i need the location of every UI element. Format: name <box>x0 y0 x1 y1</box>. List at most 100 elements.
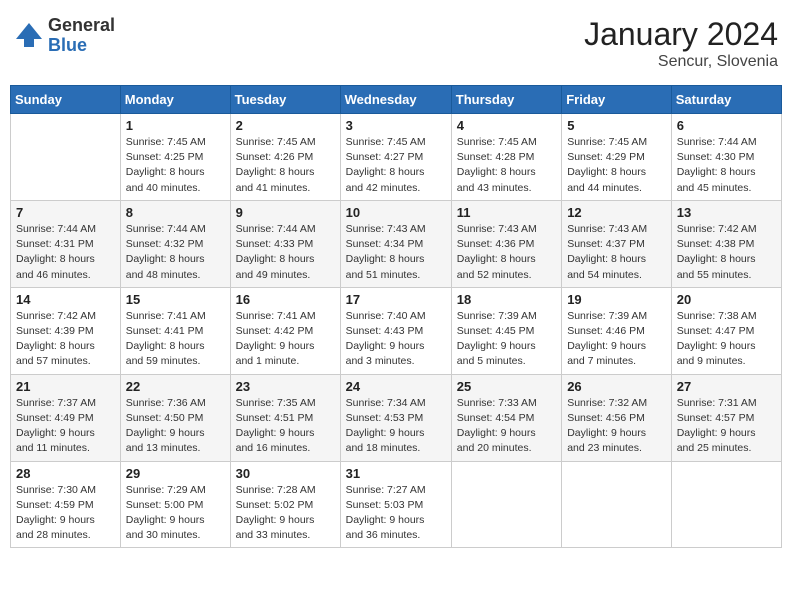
day-info: Sunrise: 7:33 AM Sunset: 4:54 PM Dayligh… <box>457 396 556 457</box>
day-info: Sunrise: 7:31 AM Sunset: 4:57 PM Dayligh… <box>677 396 776 457</box>
calendar-cell: 31 Sunrise: 7:27 AM Sunset: 5:03 PM Dayli… <box>340 461 451 548</box>
day-number: 29 <box>126 466 225 481</box>
day-number: 30 <box>236 466 335 481</box>
day-number: 2 <box>236 118 335 133</box>
day-number: 31 <box>346 466 446 481</box>
day-number: 27 <box>677 379 776 394</box>
day-number: 24 <box>346 379 446 394</box>
weekday-header: Thursday <box>451 86 561 114</box>
day-info: Sunrise: 7:27 AM Sunset: 5:03 PM Dayligh… <box>346 483 446 544</box>
calendar-cell: 29 Sunrise: 7:29 AM Sunset: 5:00 PM Dayli… <box>120 461 230 548</box>
logo-icon <box>14 21 44 51</box>
day-info: Sunrise: 7:28 AM Sunset: 5:02 PM Dayligh… <box>236 483 335 544</box>
calendar-week-row: 1 Sunrise: 7:45 AM Sunset: 4:25 PM Daylig… <box>11 114 782 201</box>
calendar-week-row: 21 Sunrise: 7:37 AM Sunset: 4:49 PM Dayli… <box>11 374 782 461</box>
calendar-cell: 5Sunrise: 7:45 AM Sunset: 4:29 PM Daylig… <box>562 114 672 201</box>
calendar-cell: 16Sunrise: 7:41 AM Sunset: 4:42 PM Dayli… <box>230 287 340 374</box>
weekday-header: Saturday <box>671 86 781 114</box>
day-info: Sunrise: 7:44 AM Sunset: 4:32 PM Dayligh… <box>126 222 225 283</box>
calendar-cell: 4Sunrise: 7:45 AM Sunset: 4:28 PM Daylig… <box>451 114 561 201</box>
calendar-cell: 23 Sunrise: 7:35 AM Sunset: 4:51 PM Dayli… <box>230 374 340 461</box>
day-number: 13 <box>677 205 776 220</box>
calendar-cell: 11 Sunrise: 7:43 AM Sunset: 4:36 PM Dayli… <box>451 200 561 287</box>
calendar-cell <box>11 114 121 201</box>
calendar-cell: 6Sunrise: 7:44 AM Sunset: 4:30 PM Daylig… <box>671 114 781 201</box>
calendar-cell: 9Sunrise: 7:44 AM Sunset: 4:33 PM Daylig… <box>230 200 340 287</box>
day-info: Sunrise: 7:41 AM Sunset: 4:41 PM Dayligh… <box>126 309 225 370</box>
day-number: 14 <box>16 292 115 307</box>
day-info: Sunrise: 7:32 AM Sunset: 4:56 PM Dayligh… <box>567 396 666 457</box>
day-info: Sunrise: 7:42 AM Sunset: 4:39 PM Dayligh… <box>16 309 115 370</box>
day-info: Sunrise: 7:36 AM Sunset: 4:50 PM Dayligh… <box>126 396 225 457</box>
day-info: Sunrise: 7:45 AM Sunset: 4:29 PM Dayligh… <box>567 135 666 196</box>
logo-general-text: General <box>48 16 115 36</box>
day-number: 20 <box>677 292 776 307</box>
calendar-table: SundayMondayTuesdayWednesdayThursdayFrid… <box>10 85 782 548</box>
day-number: 1 <box>126 118 225 133</box>
day-number: 25 <box>457 379 556 394</box>
day-number: 7 <box>16 205 115 220</box>
day-info: Sunrise: 7:43 AM Sunset: 4:36 PM Dayligh… <box>457 222 556 283</box>
calendar-cell <box>671 461 781 548</box>
day-info: Sunrise: 7:39 AM Sunset: 4:46 PM Dayligh… <box>567 309 666 370</box>
calendar-cell: 28 Sunrise: 7:30 AM Sunset: 4:59 PM Dayli… <box>11 461 121 548</box>
day-info: Sunrise: 7:44 AM Sunset: 4:33 PM Dayligh… <box>236 222 335 283</box>
calendar-cell: 10 Sunrise: 7:43 AM Sunset: 4:34 PM Dayli… <box>340 200 451 287</box>
day-info: Sunrise: 7:44 AM Sunset: 4:31 PM Dayligh… <box>16 222 115 283</box>
day-number: 11 <box>457 205 556 220</box>
day-info: Sunrise: 7:38 AM Sunset: 4:47 PM Dayligh… <box>677 309 776 370</box>
day-info: Sunrise: 7:29 AM Sunset: 5:00 PM Dayligh… <box>126 483 225 544</box>
calendar-cell: 3 Sunrise: 7:45 AM Sunset: 4:27 PM Daylig… <box>340 114 451 201</box>
page-header: General Blue January 2024 Sencur, Sloven… <box>10 10 782 77</box>
day-number: 3 <box>346 118 446 133</box>
day-number: 26 <box>567 379 666 394</box>
location: Sencur, Slovenia <box>584 53 778 71</box>
day-info: Sunrise: 7:30 AM Sunset: 4:59 PM Dayligh… <box>16 483 115 544</box>
day-info: Sunrise: 7:45 AM Sunset: 4:26 PM Dayligh… <box>236 135 335 196</box>
calendar-week-row: 28 Sunrise: 7:30 AM Sunset: 4:59 PM Dayli… <box>11 461 782 548</box>
day-info: Sunrise: 7:41 AM Sunset: 4:42 PM Dayligh… <box>236 309 335 370</box>
day-info: Sunrise: 7:45 AM Sunset: 4:25 PM Dayligh… <box>126 135 225 196</box>
month-year: January 2024 <box>584 16 778 53</box>
day-info: Sunrise: 7:43 AM Sunset: 4:34 PM Dayligh… <box>346 222 446 283</box>
calendar-cell: 24Sunrise: 7:34 AM Sunset: 4:53 PM Dayli… <box>340 374 451 461</box>
calendar-cell: 7 Sunrise: 7:44 AM Sunset: 4:31 PM Daylig… <box>11 200 121 287</box>
calendar-cell: 1 Sunrise: 7:45 AM Sunset: 4:25 PM Daylig… <box>120 114 230 201</box>
day-number: 21 <box>16 379 115 394</box>
calendar-cell: 30 Sunrise: 7:28 AM Sunset: 5:02 PM Dayli… <box>230 461 340 548</box>
day-info: Sunrise: 7:45 AM Sunset: 4:28 PM Dayligh… <box>457 135 556 196</box>
day-info: Sunrise: 7:45 AM Sunset: 4:27 PM Dayligh… <box>346 135 446 196</box>
calendar-cell: 13 Sunrise: 7:42 AM Sunset: 4:38 PM Dayli… <box>671 200 781 287</box>
day-info: Sunrise: 7:37 AM Sunset: 4:49 PM Dayligh… <box>16 396 115 457</box>
calendar-week-row: 7 Sunrise: 7:44 AM Sunset: 4:31 PM Daylig… <box>11 200 782 287</box>
calendar-week-row: 14 Sunrise: 7:42 AM Sunset: 4:39 PM Dayli… <box>11 287 782 374</box>
calendar-cell <box>451 461 561 548</box>
calendar-cell: 14 Sunrise: 7:42 AM Sunset: 4:39 PM Dayli… <box>11 287 121 374</box>
day-number: 22 <box>126 379 225 394</box>
day-number: 10 <box>346 205 446 220</box>
calendar-cell: 12 Sunrise: 7:43 AM Sunset: 4:37 PM Dayli… <box>562 200 672 287</box>
day-info: Sunrise: 7:42 AM Sunset: 4:38 PM Dayligh… <box>677 222 776 283</box>
day-number: 15 <box>126 292 225 307</box>
day-info: Sunrise: 7:43 AM Sunset: 4:37 PM Dayligh… <box>567 222 666 283</box>
calendar-cell: 19Sunrise: 7:39 AM Sunset: 4:46 PM Dayli… <box>562 287 672 374</box>
day-number: 8 <box>126 205 225 220</box>
day-info: Sunrise: 7:40 AM Sunset: 4:43 PM Dayligh… <box>346 309 446 370</box>
weekday-header: Monday <box>120 86 230 114</box>
day-number: 23 <box>236 379 335 394</box>
weekday-header: Tuesday <box>230 86 340 114</box>
calendar-cell: 2 Sunrise: 7:45 AM Sunset: 4:26 PM Daylig… <box>230 114 340 201</box>
calendar-cell: 18Sunrise: 7:39 AM Sunset: 4:45 PM Dayli… <box>451 287 561 374</box>
day-info: Sunrise: 7:39 AM Sunset: 4:45 PM Dayligh… <box>457 309 556 370</box>
day-number: 12 <box>567 205 666 220</box>
day-info: Sunrise: 7:44 AM Sunset: 4:30 PM Dayligh… <box>677 135 776 196</box>
calendar-cell: 21 Sunrise: 7:37 AM Sunset: 4:49 PM Dayli… <box>11 374 121 461</box>
calendar-cell: 17Sunrise: 7:40 AM Sunset: 4:43 PM Dayli… <box>340 287 451 374</box>
calendar-cell <box>562 461 672 548</box>
title-block: January 2024 Sencur, Slovenia <box>584 16 778 71</box>
day-info: Sunrise: 7:35 AM Sunset: 4:51 PM Dayligh… <box>236 396 335 457</box>
calendar-cell: 20 Sunrise: 7:38 AM Sunset: 4:47 PM Dayli… <box>671 287 781 374</box>
day-number: 28 <box>16 466 115 481</box>
weekday-header: Wednesday <box>340 86 451 114</box>
calendar-cell: 27 Sunrise: 7:31 AM Sunset: 4:57 PM Dayli… <box>671 374 781 461</box>
